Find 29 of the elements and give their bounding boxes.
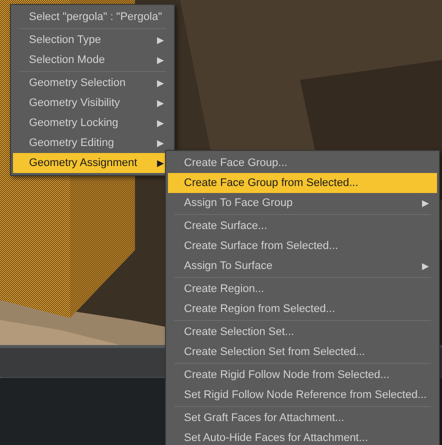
menu-item[interactable]: Select "pergola" : "Pergola" — [13, 7, 172, 27]
menu-item[interactable]: Set Auto-Hide Faces for Attachment... — [168, 428, 437, 445]
submenu-arrow-icon: ▶ — [157, 118, 164, 128]
menu-item[interactable]: Assign To Face Group ▶ — [168, 193, 437, 213]
submenu-arrow-icon: ▶ — [422, 198, 429, 208]
menu-item[interactable]: Create Surface from Selected... — [168, 236, 437, 256]
menu-item[interactable]: Create Selection Set from Selected... — [168, 342, 437, 362]
submenu-arrow-icon: ▶ — [157, 158, 164, 168]
menu-item[interactable]: Create Surface... — [168, 216, 437, 236]
menu-item[interactable]: Create Region from Selected... — [168, 299, 437, 319]
menu-item[interactable]: Set Graft Faces for Attachment... — [168, 408, 437, 428]
submenu-arrow-icon: ▶ — [157, 55, 164, 65]
menu-item[interactable]: Create Face Group from Selected... — [168, 173, 437, 193]
menu-item[interactable]: Geometry Selection ▶ — [13, 73, 172, 93]
menu-item[interactable]: Geometry Locking ▶ — [13, 113, 172, 133]
submenu-arrow-icon: ▶ — [422, 261, 429, 271]
submenu-arrow-icon: ▶ — [157, 98, 164, 108]
menu-item[interactable]: Create Selection Set... — [168, 322, 437, 342]
submenu-arrow-icon: ▶ — [157, 138, 164, 148]
submenu-arrow-icon: ▶ — [157, 35, 164, 45]
submenu-arrow-icon: ▶ — [157, 78, 164, 88]
menu-item[interactable]: Create Rigid Follow Node from Selected... — [168, 365, 437, 385]
menu-item[interactable]: Geometry Editing ▶ — [13, 133, 172, 153]
menu-item[interactable]: Assign To Surface ▶ — [168, 256, 437, 276]
menu-item[interactable]: Selection Type ▶ — [13, 30, 172, 50]
menu-item[interactable]: Create Region... — [168, 279, 437, 299]
menu-item[interactable]: Geometry Visibility ▶ — [13, 93, 172, 113]
menu-item[interactable]: Set Rigid Follow Node Reference from Selected... — [168, 385, 437, 405]
menu-item[interactable]: Selection Mode ▶ — [13, 50, 172, 70]
